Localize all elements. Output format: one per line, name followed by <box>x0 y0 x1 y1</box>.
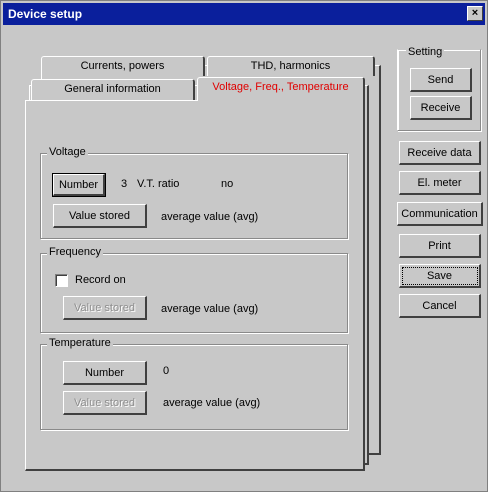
frequency-legend: Frequency <box>47 246 103 258</box>
frequency-value-stored-button[interactable]: Value stored <box>63 296 147 320</box>
voltage-value-stored-button[interactable]: Value stored <box>53 204 147 228</box>
device-setup-window: Device setup × Currents, powers THD, har… <box>0 0 488 492</box>
close-icon[interactable]: × <box>467 6 483 21</box>
temperature-group: Temperature Number 0 Value stored averag… <box>40 337 348 430</box>
save-button[interactable]: Save <box>399 264 481 288</box>
setting-group: Setting Send Receive <box>397 46 481 131</box>
tab-currents-powers[interactable]: Currents, powers <box>41 56 205 76</box>
temperature-number-button[interactable]: Number <box>63 361 147 385</box>
voltage-number-button[interactable]: Number <box>53 174 105 196</box>
title-bar: Device setup × <box>3 3 485 25</box>
record-on-label: Record on <box>75 274 126 286</box>
record-on-checkbox[interactable] <box>55 274 68 287</box>
tab-page-voltage: Voltage Number 3 V.T. ratio no Value sto… <box>25 100 365 471</box>
setting-legend: Setting <box>406 46 445 58</box>
voltage-group: Voltage Number 3 V.T. ratio no Value sto… <box>40 146 348 239</box>
communication-button[interactable]: Communication <box>397 202 483 226</box>
temperature-number-value: 0 <box>163 365 170 377</box>
voltage-number-value: 3 <box>121 178 128 190</box>
tab-thd-harmonics[interactable]: THD, harmonics <box>207 56 375 76</box>
frequency-value-stored-text: average value (avg) <box>161 303 259 315</box>
temperature-value-stored-button[interactable]: Value stored <box>63 391 147 415</box>
tab-general-information[interactable]: General information <box>31 79 195 101</box>
temperature-legend: Temperature <box>47 337 113 349</box>
el-meter-button[interactable]: El. meter <box>399 171 481 195</box>
window-title: Device setup <box>8 7 83 21</box>
tab-voltage-freq-temperature[interactable]: Voltage, Freq., Temperature <box>197 77 365 101</box>
frequency-group: Frequency Record on Value stored average… <box>40 246 348 333</box>
voltage-value-stored-text: average value (avg) <box>161 211 259 223</box>
temperature-value-stored-text: average value (avg) <box>163 397 261 409</box>
vt-ratio-label: V.T. ratio <box>137 178 180 190</box>
receive-data-button[interactable]: Receive data <box>399 141 481 165</box>
vt-ratio-value: no <box>221 178 234 190</box>
receive-button[interactable]: Receive <box>410 96 472 120</box>
print-button[interactable]: Print <box>399 234 481 258</box>
voltage-legend: Voltage <box>47 146 88 158</box>
send-button[interactable]: Send <box>410 68 472 92</box>
cancel-button[interactable]: Cancel <box>399 294 481 318</box>
